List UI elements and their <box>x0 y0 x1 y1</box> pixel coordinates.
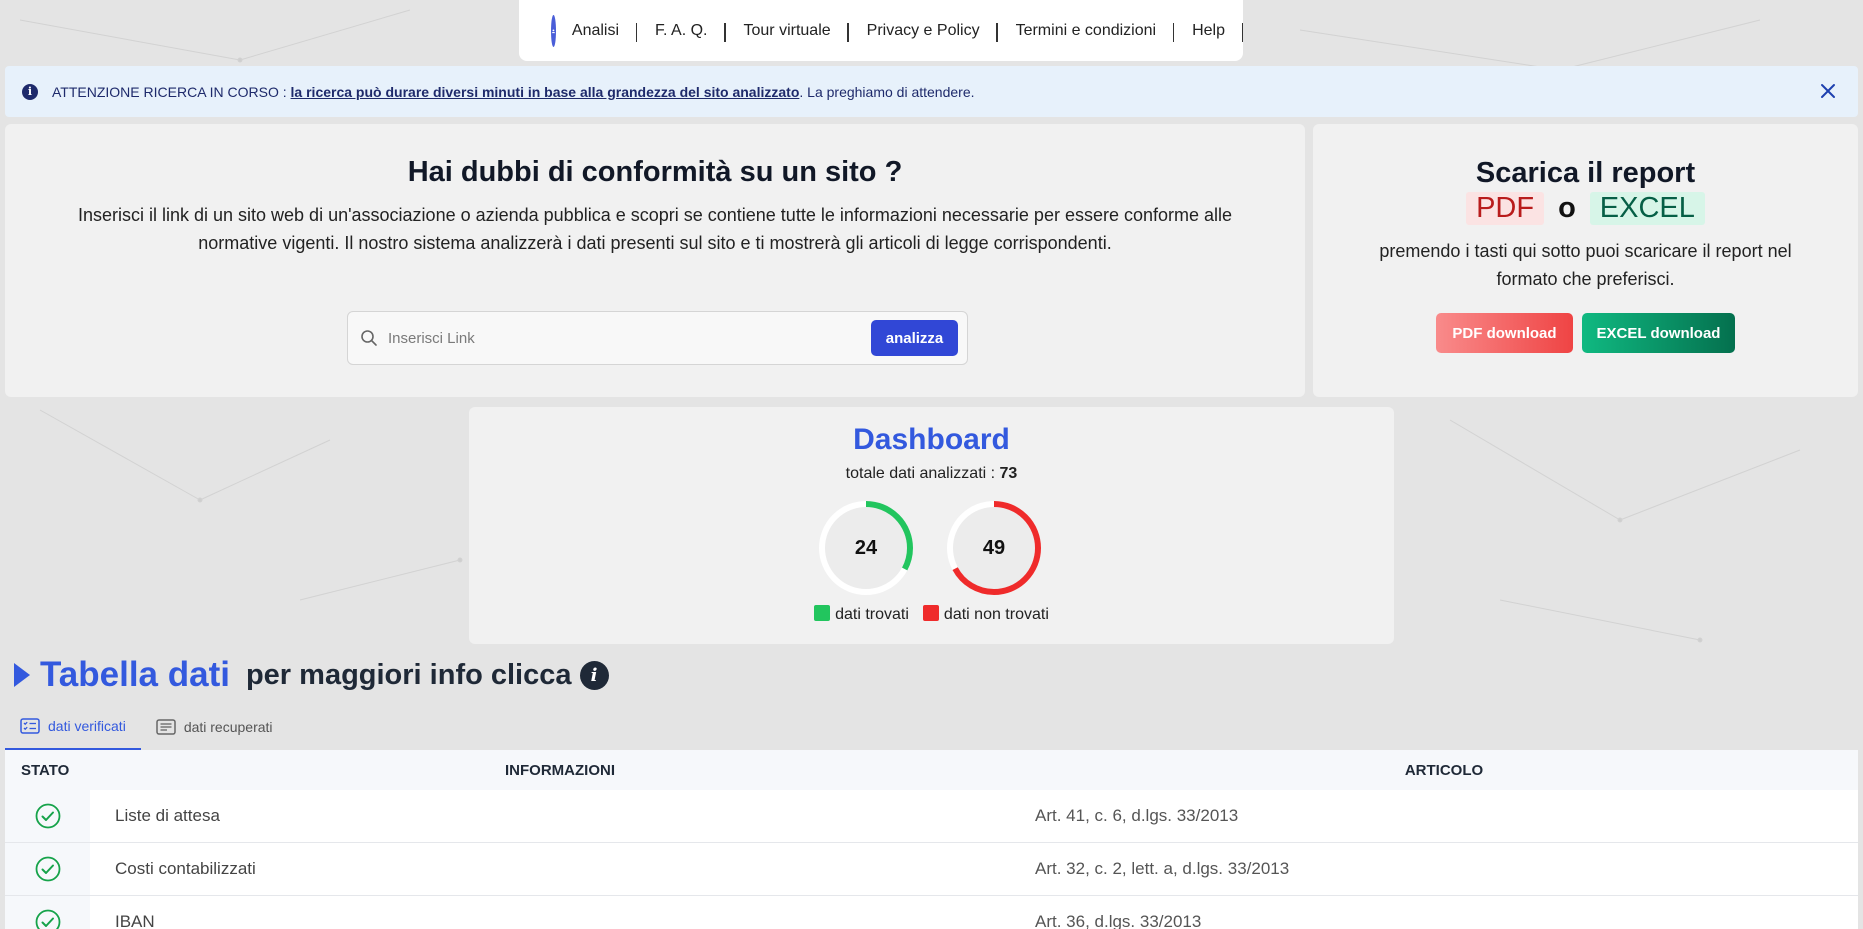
table-row[interactable]: Costi contabilizzati Art. 32, c. 2, lett… <box>5 843 1858 896</box>
info-cell: Costi contabilizzati <box>90 843 1035 895</box>
top-navigation: Analisi F. A. Q. Tour virtuale Privacy e… <box>519 0 1243 61</box>
status-cell <box>5 896 90 929</box>
dashboard-legend: dati trovati dati non trovati <box>469 605 1394 624</box>
download-buttons: PDF download EXCEL download <box>1313 313 1858 353</box>
dashboard-title: Dashboard <box>853 423 1010 456</box>
table-subtitle: per maggiori info clicca <box>245 658 572 691</box>
legend-not-found: dati non trovati <box>922 605 1049 624</box>
or-label: o <box>1558 192 1576 224</box>
table-title: Tabella dati <box>40 655 230 694</box>
check-circle-icon <box>35 856 60 882</box>
article-cell: Art. 41, c. 6, d.lgs. 33/2013 <box>1035 806 1239 825</box>
expand-triangle-icon[interactable] <box>14 663 30 687</box>
table-section-title[interactable]: Tabella dati per maggiori info clicca i <box>14 650 609 700</box>
found-value: 24 <box>854 537 878 559</box>
info-icon[interactable]: i <box>579 660 609 690</box>
tab-label: dati recuperati <box>183 718 273 735</box>
excel-badge: EXCEL <box>1589 192 1705 225</box>
excel-download-button[interactable]: EXCEL download <box>1582 313 1735 353</box>
tab-dati-verificati[interactable]: dati verificati <box>5 703 141 750</box>
nav-analisi[interactable]: Analisi <box>572 22 638 42</box>
user-avatar-icon[interactable] <box>551 14 556 47</box>
dashboard-total: totale dati analizzati : 73 <box>469 465 1394 483</box>
pdf-badge: PDF <box>1466 192 1545 225</box>
close-icon[interactable] <box>1818 81 1838 101</box>
not-found-value: 49 <box>982 537 1006 559</box>
info-cell: Liste di attesa <box>90 790 1035 842</box>
data-table: STATO INFORMAZIONI ARTICOLO Liste di att… <box>5 750 1858 929</box>
article-cell: Art. 32, c. 2, lett. a, d.lgs. 33/2013 <box>1035 859 1290 878</box>
nav-help[interactable]: Help <box>1174 22 1243 42</box>
nav-tour-virtuale[interactable]: Tour virtuale <box>726 22 849 42</box>
check-circle-icon <box>35 909 60 929</box>
table-row[interactable]: Liste di attesa Art. 41, c. 6, d.lgs. 33… <box>5 790 1858 843</box>
table-row[interactable]: IBAN Art. 36, d.lgs. 33/2013 <box>5 896 1858 929</box>
status-cell <box>5 790 90 842</box>
pdf-download-button[interactable]: PDF download <box>1436 313 1573 353</box>
article-cell: Art. 36, d.lgs. 33/2013 <box>1035 912 1202 929</box>
alert-link[interactable]: la ricerca può durare diversi minuti in … <box>291 84 800 100</box>
nav-termini-condizioni[interactable]: Termini e condizioni <box>998 22 1175 42</box>
search-title: Hai dubbi di conformità su un sito ? <box>407 156 903 188</box>
dashboard-card: Dashboard totale dati analizzati : 73 24… <box>469 407 1394 644</box>
report-title: Scarica il report <box>1475 157 1696 189</box>
search-box: analizza <box>347 311 968 365</box>
alert-prefix: ATTENZIONE RICERCA IN CORSO : <box>52 83 287 100</box>
report-card: Scarica il report PDF o EXCEL premendo i… <box>1313 124 1858 397</box>
donut-charts: 24 49 <box>817 499 1047 601</box>
legend-found: dati trovati <box>814 605 909 624</box>
header-stato: STATO <box>21 761 70 779</box>
search-alert: i ATTENZIONE RICERCA IN CORSO : la ricer… <box>5 66 1858 117</box>
check-circle-icon <box>35 803 60 829</box>
total-value: 73 <box>999 465 1018 482</box>
search-card: Hai dubbi di conformità su un sito ? Ins… <box>5 124 1305 397</box>
header-informazioni: INFORMAZIONI <box>505 761 615 779</box>
not-found-swatch <box>922 605 939 621</box>
status-cell <box>5 843 90 895</box>
checklist-icon <box>20 717 40 734</box>
tab-dati-recuperati[interactable]: dati recuperati <box>141 703 288 750</box>
info-icon: i <box>22 83 38 100</box>
search-icon <box>361 330 377 346</box>
document-icon <box>156 718 176 735</box>
analizza-button[interactable]: analizza <box>871 320 958 356</box>
header-articolo: ARTICOLO <box>1404 761 1484 779</box>
info-cell: IBAN <box>90 896 1035 929</box>
search-description: Inserisci il link di un sito web di un'a… <box>77 205 1233 253</box>
link-input[interactable] <box>388 329 871 347</box>
found-swatch <box>814 605 831 621</box>
report-formats: PDF o EXCEL <box>1313 192 1858 225</box>
report-description: premendo i tasti qui sotto puoi scaricar… <box>1379 241 1792 289</box>
table-header: STATO INFORMAZIONI ARTICOLO <box>5 750 1858 790</box>
alert-suffix: . La preghiamo di attendere. <box>799 83 975 100</box>
nav-faq[interactable]: F. A. Q. <box>637 22 726 42</box>
nav-privacy-policy[interactable]: Privacy e Policy <box>849 22 998 42</box>
total-label: totale dati analizzati : <box>845 465 996 482</box>
tab-label: dati verificati <box>48 717 126 734</box>
table-tabs: dati verificati dati recuperati <box>5 703 288 750</box>
